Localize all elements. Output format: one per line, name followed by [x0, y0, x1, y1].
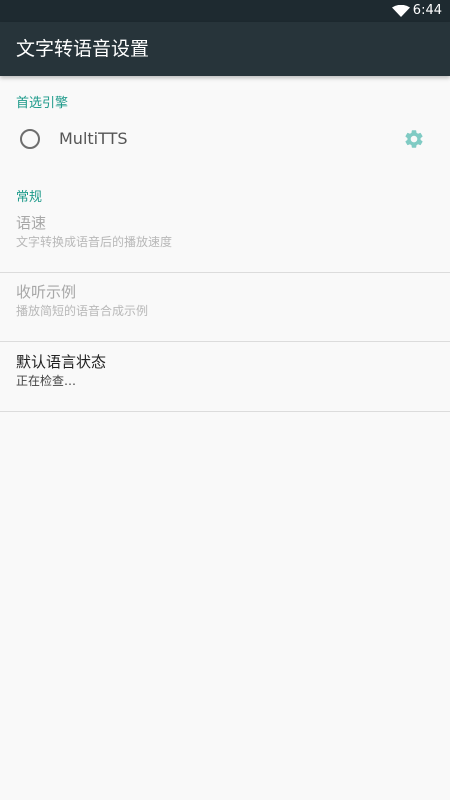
pref-listen-example[interactable]: 收听示例 播放简短的语音合成示例: [0, 273, 450, 342]
pref-title: 默认语言状态: [16, 353, 107, 371]
status-bar: 6:44: [0, 0, 450, 22]
gear-icon[interactable]: [403, 128, 425, 150]
category-general: 常规: [16, 190, 43, 205]
pref-summary: 播放简短的语音合成示例: [16, 304, 149, 318]
radio-button[interactable]: [20, 129, 40, 149]
app-bar: 文字转语音设置: [0, 22, 450, 76]
pref-title: 收听示例: [16, 283, 77, 301]
pref-default-language-status[interactable]: 默认语言状态 正在检查…: [0, 343, 450, 412]
page-title: 文字转语音设置: [16, 38, 150, 60]
pref-title: 语速: [16, 214, 47, 232]
wifi-icon: [392, 5, 410, 17]
pref-summary: 正在检查…: [16, 374, 77, 388]
status-time: 6:44: [412, 3, 442, 18]
category-preferred-engine: 首选引擎: [16, 96, 69, 111]
pref-speech-rate[interactable]: 语速 文字转换成语音后的播放速度: [0, 204, 450, 273]
pref-summary: 文字转换成语音后的播放速度: [16, 235, 173, 249]
engine-label: MultiTTS: [59, 129, 128, 148]
engine-row-multitts[interactable]: MultiTTS: [0, 116, 450, 162]
